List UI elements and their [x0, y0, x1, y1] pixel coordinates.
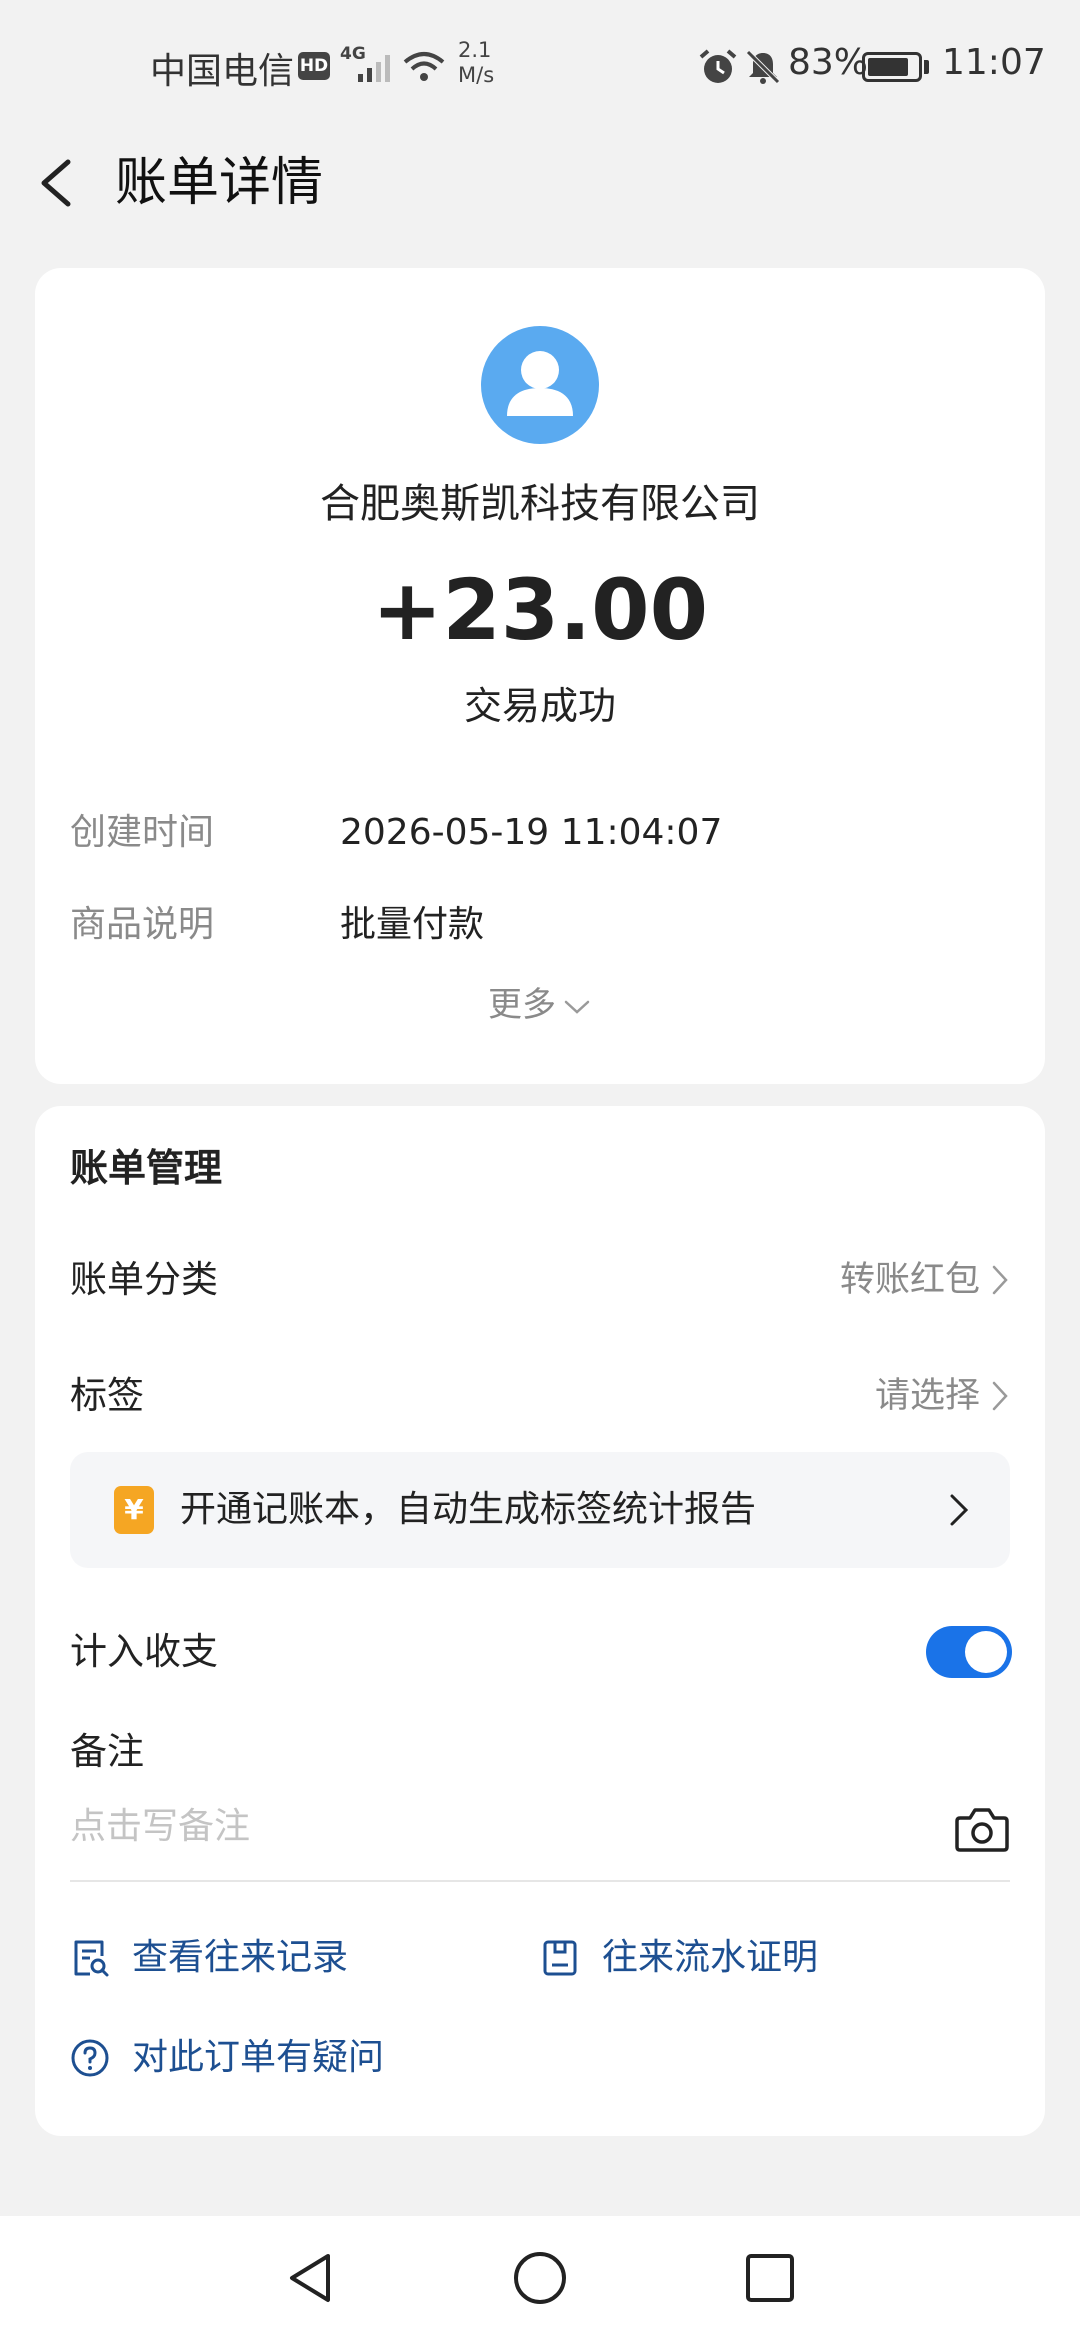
transaction-proof-label: 往来流水证明 [602, 1937, 819, 1978]
transaction-proof-link[interactable]: 往来流水证明 [540, 1930, 818, 1986]
carrier-label: 中国电信 [150, 51, 295, 92]
wifi-icon [403, 52, 445, 81]
system-nav-bar [0, 2216, 1080, 2340]
item-description-label: 商品说明 [70, 904, 215, 945]
chevron-right-icon [992, 1265, 1008, 1295]
battery-tip [924, 60, 929, 74]
promo-text: 开通记账本，自动生成标签统计报告 [180, 1489, 757, 1530]
ledger-icon: ¥ [114, 1486, 154, 1534]
more-label: 更多 [488, 985, 556, 1025]
chevron-left-icon [41, 159, 71, 207]
chevron-right-icon [992, 1381, 1008, 1411]
include-in-stats-label: 计入收支 [70, 1630, 218, 1673]
category-value: 转账红包 [839, 1260, 980, 1300]
alarm-icon [699, 49, 737, 83]
note-input[interactable] [70, 1798, 930, 1854]
more-button[interactable]: 更多 [0, 980, 1080, 1030]
hd-badge: HD [298, 52, 330, 80]
divider [70, 1880, 1010, 1882]
merchant-name: 合肥奥斯凯科技有限公司 [320, 481, 760, 527]
order-question-link[interactable]: 对此订单有疑问 [70, 2030, 384, 2086]
document-icon [543, 1940, 577, 1976]
toggle-knob [965, 1631, 1007, 1673]
note-label: 备注 [70, 1730, 144, 1773]
category-label: 账单分类 [70, 1258, 218, 1301]
status-bar: 中国电信 HD 4G 2.1 M/s 83% 11:07 [0, 0, 1080, 130]
category-selector[interactable]: 转账红包 [840, 1252, 1010, 1308]
nav-recents-icon[interactable] [738, 2246, 802, 2310]
tag-selector[interactable]: 请选择 [875, 1368, 1010, 1424]
page-title: 账单详情 [115, 153, 324, 213]
battery-icon [862, 52, 922, 82]
receipt-search-icon [74, 1940, 109, 1977]
tag-label: 标签 [70, 1374, 144, 1417]
view-history-label: 查看往来记录 [132, 1937, 349, 1978]
transaction-status: 交易成功 [463, 684, 616, 728]
network-speed: 2.1 M/s [458, 38, 495, 87]
nav-home-icon[interactable] [508, 2246, 572, 2310]
user-icon [507, 351, 573, 416]
created-time-label: 创建时间 [70, 812, 215, 853]
chevron-down-icon [564, 1000, 590, 1014]
nav-back-icon[interactable] [278, 2246, 342, 2310]
view-history-link[interactable]: 查看往来记录 [70, 1930, 348, 1986]
chevron-right-icon [950, 1494, 969, 1526]
item-description-value: 批量付款 [340, 904, 485, 945]
camera-button[interactable] [954, 1804, 1010, 1854]
tag-value: 请选择 [874, 1376, 980, 1416]
transaction-amount: +23.00 [371, 561, 709, 659]
battery-percent: 83% [788, 42, 869, 83]
merchant-avatar [481, 326, 599, 444]
order-question-label: 对此订单有疑问 [132, 2037, 385, 2078]
signal-icon [358, 55, 390, 82]
mute-icon [746, 50, 780, 84]
ledger-promo-banner[interactable]: ¥ 开通记账本，自动生成标签统计报告 [70, 1452, 1010, 1568]
section-title: 账单管理 [70, 1146, 223, 1190]
created-time-value: 2026-05-19 11:04:07 [340, 812, 723, 853]
clock: 11:07 [942, 42, 1046, 83]
help-circle-icon [71, 2039, 109, 2077]
back-button[interactable] [30, 148, 90, 218]
include-in-stats-toggle[interactable] [926, 1626, 1012, 1678]
camera-icon [955, 1808, 1009, 1852]
